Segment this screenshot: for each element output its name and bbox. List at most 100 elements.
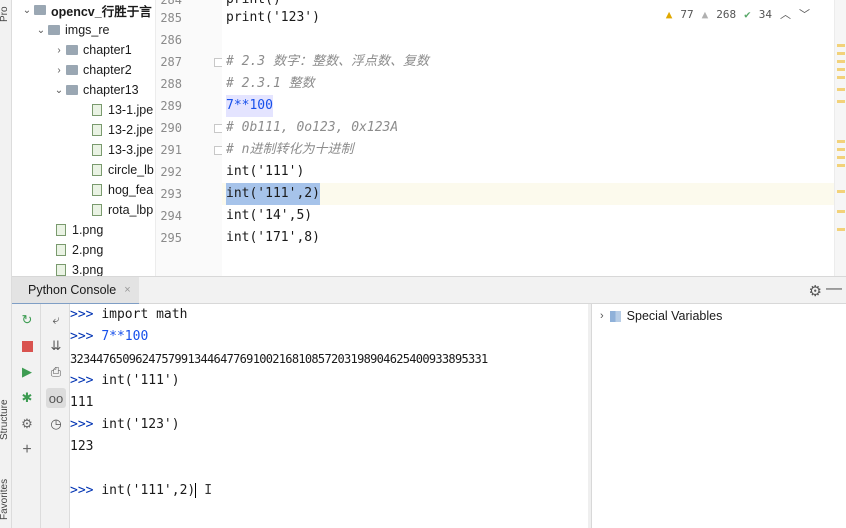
settings-icon[interactable]: ⚙	[17, 414, 37, 434]
code-line: int('171',8)	[226, 230, 320, 245]
stripe-mark[interactable]	[837, 88, 845, 91]
line-number: 290	[160, 121, 182, 135]
tree-item-label: 13-1.jpe	[108, 103, 154, 117]
code-line-comment: # 0b111, 0o123, 0x123A	[226, 120, 399, 135]
stripe-mark[interactable]	[837, 164, 845, 167]
special-variables-node[interactable]: › Special Variables	[600, 307, 722, 325]
tree-item-file[interactable]: 13-1.jpe	[92, 100, 153, 120]
code-editor[interactable]: print() print('123') # 2.3 数字：整数、浮点数、复数 …	[222, 0, 834, 276]
console-prompt: >>>	[70, 329, 102, 344]
scroll-to-end-icon[interactable]: ⇊	[46, 336, 66, 356]
stripe-mark[interactable]	[837, 156, 845, 159]
text-caret	[195, 483, 197, 498]
project-tool-label[interactable]: Pro	[0, 6, 10, 22]
line-number: 293	[160, 187, 182, 201]
stripe-mark[interactable]	[837, 140, 845, 143]
tree-item-imgs-re[interactable]: ⌄ imgs_re	[34, 20, 110, 40]
tree-item-root[interactable]: ⌄ opencv_行胜于言	[20, 0, 152, 20]
inspection-widget[interactable]: ▲ 77 ▲ 268 ✔ 34 ︿ ﹀	[666, 6, 810, 22]
tree-item-label: 13-2.jpe	[108, 123, 154, 137]
chevron-right-icon[interactable]: ›	[52, 65, 66, 76]
warning-icon: ▲	[665, 7, 673, 21]
console-output-line: 3234476509624757991344647769100216810857…	[70, 352, 488, 366]
chevron-up-icon[interactable]: ︿	[780, 6, 791, 22]
tree-item-label: 1.png	[72, 223, 104, 237]
image-file-icon	[92, 184, 102, 196]
close-icon[interactable]: ×	[124, 284, 130, 296]
line-number: 295	[160, 231, 182, 245]
line-number: 287	[160, 55, 182, 69]
add-icon[interactable]: +	[17, 440, 37, 460]
show-variables-icon[interactable]: oo	[46, 388, 66, 408]
variables-icon	[609, 310, 621, 322]
tree-item-label: chapter1	[83, 43, 132, 57]
warning-count: 77	[680, 7, 694, 21]
tab-label: Python Console	[28, 283, 117, 297]
image-file-icon	[92, 164, 102, 176]
soft-wrap-icon[interactable]: ⤶	[46, 310, 66, 330]
favorites-tool-label[interactable]: Favorites	[0, 479, 10, 520]
stripe-mark[interactable]	[837, 68, 845, 71]
console-current-input[interactable]: int('111',2)	[101, 483, 195, 498]
stripe-mark[interactable]	[837, 44, 845, 47]
stop-icon[interactable]	[17, 336, 37, 356]
line-number: 285	[160, 11, 182, 25]
chevron-down-icon[interactable]: ⌄	[20, 5, 34, 16]
tree-item-chapter2[interactable]: › chapter2	[52, 60, 131, 80]
tree-item-file[interactable]: 13-2.jpe	[92, 120, 153, 140]
tree-item-file[interactable]: hog_fea	[92, 180, 153, 200]
tree-item-file[interactable]: circle_lb	[92, 160, 154, 180]
tab-python-console[interactable]: Python Console ×	[12, 277, 139, 305]
line-number: 286	[160, 33, 182, 47]
variables-panel: › Special Variables	[591, 304, 846, 528]
tree-item-chapter1[interactable]: › chapter1	[52, 40, 132, 60]
gear-icon[interactable]: ⚙	[809, 282, 822, 300]
tree-item-label: rota_lbp	[108, 203, 154, 217]
check-icon: ✔	[744, 7, 751, 21]
tree-item-chapter13[interactable]: ⌄ chapter13	[52, 80, 139, 100]
console-input: 7**100	[101, 329, 149, 344]
stripe-mark[interactable]	[837, 100, 845, 103]
console-prompt: >>>	[70, 483, 102, 498]
stripe-mark[interactable]	[837, 210, 845, 213]
stripe-mark[interactable]	[837, 60, 845, 63]
chevron-down-icon[interactable]: ﹀	[799, 6, 810, 22]
history-icon[interactable]: ◷	[46, 414, 66, 434]
tree-item-file[interactable]: 1.png	[56, 220, 103, 240]
project-tree: ⌄ opencv_行胜于言 ⌄ imgs_re › chapter1 › cha…	[12, 0, 155, 276]
tree-item-file[interactable]: 3.png	[56, 260, 103, 276]
image-file-icon	[56, 264, 66, 276]
editor-error-stripe[interactable]	[834, 0, 846, 276]
run-icon[interactable]: ▶	[17, 362, 37, 382]
rerun-icon[interactable]: ↻	[17, 310, 37, 330]
stripe-mark[interactable]	[837, 190, 845, 193]
tree-item-file[interactable]: 2.png	[56, 240, 103, 260]
special-variables-label: Special Variables	[626, 309, 723, 323]
code-line-comment: # n进制转化为十进制	[226, 142, 354, 157]
editor-gutter: 284 285 286 287 288 289 290 291 292 293 …	[155, 0, 223, 276]
console-toolbar-primary: ↻ ▶ ✱ ⚙ +	[12, 304, 41, 528]
code-line: print('123')	[226, 10, 320, 25]
line-number: 284	[160, 0, 182, 7]
stripe-mark[interactable]	[837, 228, 845, 231]
structure-tool-label[interactable]: Structure	[0, 399, 10, 440]
print-icon[interactable]: ⎙	[46, 362, 66, 382]
tree-item-file[interactable]: rota_lbp	[92, 200, 153, 220]
weak-warning-icon: ▲	[701, 7, 709, 21]
tree-item-label: 3.png	[72, 263, 104, 276]
chevron-right-icon[interactable]: ›	[600, 310, 604, 322]
console-line: >>> 7**100	[70, 326, 148, 348]
image-file-icon	[92, 104, 102, 116]
chevron-right-icon[interactable]: ›	[52, 45, 66, 56]
chevron-down-icon[interactable]: ⌄	[34, 25, 48, 36]
stripe-mark[interactable]	[837, 76, 845, 79]
minimize-icon[interactable]: —	[826, 280, 842, 298]
stripe-mark[interactable]	[837, 148, 845, 151]
console-output[interactable]: >>> import math >>> 7**100 3234476509624…	[70, 304, 588, 528]
stripe-mark[interactable]	[837, 52, 845, 55]
debug-icon[interactable]: ✱	[17, 388, 37, 408]
tree-item-label: chapter13	[83, 83, 139, 97]
console-input-line[interactable]: >>> int('111',2) I	[70, 480, 212, 502]
chevron-down-icon[interactable]: ⌄	[52, 85, 66, 96]
tree-item-file[interactable]: 13-3.jpe	[92, 140, 153, 160]
